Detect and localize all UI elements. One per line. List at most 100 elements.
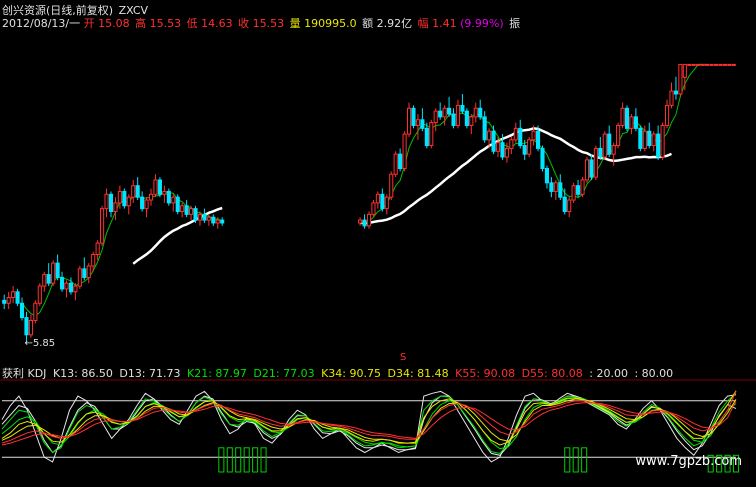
candle-body: [420, 119, 425, 129]
candle-body: [553, 182, 558, 192]
indicator-item-k55: K55: 90.08: [455, 367, 516, 380]
candle-body: [687, 63, 692, 66]
chart-window: 创兴资源(日线,前复权) ZXCV 2012/08/13/一 开 15.08 高…: [0, 0, 756, 487]
candle-body: [393, 153, 398, 175]
candle-body: [678, 63, 683, 95]
candle-body: [598, 147, 603, 158]
candle-body: [660, 124, 665, 158]
candle-body: [402, 133, 407, 169]
candle-body: [33, 302, 38, 321]
candle-body: [696, 63, 701, 66]
candle-body: [411, 107, 416, 126]
candle-body: [180, 205, 185, 213]
candle-body: [424, 127, 429, 147]
candle-body: [42, 274, 47, 287]
candle-body: [153, 179, 158, 195]
candle-body: [656, 133, 661, 158]
candle-body: [580, 179, 585, 195]
candle-body: [589, 159, 594, 178]
indicator-item-d34: D34: 81.48: [387, 367, 449, 380]
indicator-item-d13: D13: 71.73: [119, 367, 181, 380]
indicator-item-k13: K13: 86.50: [52, 367, 113, 380]
candle-body: [500, 142, 505, 158]
signal-bar: [218, 447, 225, 473]
candle-body: [487, 130, 492, 141]
candle-body: [11, 291, 16, 299]
candle-body: [19, 302, 25, 319]
chart-svg: ←5.85 S: [0, 63, 756, 473]
candle-body: [495, 142, 501, 152]
candle-body: [629, 116, 634, 129]
candle-body: [727, 63, 732, 66]
candle-body: [126, 196, 131, 207]
candle-body: [108, 193, 114, 213]
candle-body: [513, 127, 518, 141]
candle-body: [82, 268, 87, 278]
candle-body: [624, 107, 630, 129]
candle-body: [455, 104, 461, 126]
candle-body: [522, 145, 527, 155]
candle-body: [633, 116, 638, 129]
candle-body: [464, 110, 469, 126]
candle-body: [375, 193, 380, 204]
candle-body: [438, 110, 443, 118]
candle-body: [366, 213, 372, 227]
candle-body: [64, 282, 69, 290]
candle-body: [469, 116, 474, 126]
candle-body: [406, 107, 412, 135]
candle-body: [15, 291, 20, 304]
candle-body: [166, 190, 171, 204]
candle-body: [140, 196, 145, 210]
candle-body: [193, 208, 198, 221]
candle-body: [55, 262, 60, 278]
candle-body: [73, 285, 78, 293]
indicator-name: 获利 KDJ: [2, 367, 47, 380]
candle-body: [206, 216, 211, 221]
candle-body: [429, 122, 434, 147]
candle-body: [28, 319, 33, 336]
candle-body: [68, 282, 74, 293]
candle-body: [638, 127, 643, 149]
candle-body: [398, 153, 403, 169]
candle-body: [504, 147, 509, 158]
indicator-item-level-20: : 20.00: [589, 367, 628, 380]
candle-body: [549, 182, 554, 192]
candle-body: [113, 202, 118, 213]
candle-body: [713, 63, 719, 66]
signal-bar: [260, 447, 267, 473]
candle-body: [2, 299, 7, 304]
candle-body: [642, 130, 647, 149]
signal-bar: [564, 447, 571, 473]
candle-body: [215, 219, 220, 224]
candle-body: [100, 208, 105, 244]
signal-bar: [243, 447, 250, 473]
candle-body: [558, 182, 563, 198]
candle-body: [473, 107, 478, 118]
candle-body: [144, 199, 149, 210]
candle-body: [535, 130, 541, 149]
watermark: www.7gpzb.com: [635, 454, 742, 469]
candle-body: [562, 196, 567, 213]
candle-body: [384, 196, 389, 210]
candle-body: [491, 130, 496, 152]
candle-body: [135, 185, 140, 198]
candle-body: [482, 116, 487, 141]
candle-body: [664, 104, 670, 126]
candle-body: [682, 63, 687, 78]
candle-body: [442, 107, 447, 118]
candle-body: [451, 113, 456, 126]
candle-body: [162, 190, 167, 195]
candle-body: [669, 90, 674, 106]
candle-body: [518, 127, 523, 147]
candle-body: [722, 63, 727, 66]
candle-body: [91, 254, 96, 267]
low-price-marker: ←5.85: [24, 338, 55, 349]
candle-body: [544, 167, 549, 184]
candle-body: [593, 147, 598, 178]
candle-body: [148, 193, 154, 201]
candle-body: [705, 63, 710, 66]
candle-body: [122, 190, 127, 207]
candle-body: [189, 208, 194, 215]
indicator-item-level-80: : 80.00: [634, 367, 674, 380]
candle-body: [447, 107, 452, 115]
